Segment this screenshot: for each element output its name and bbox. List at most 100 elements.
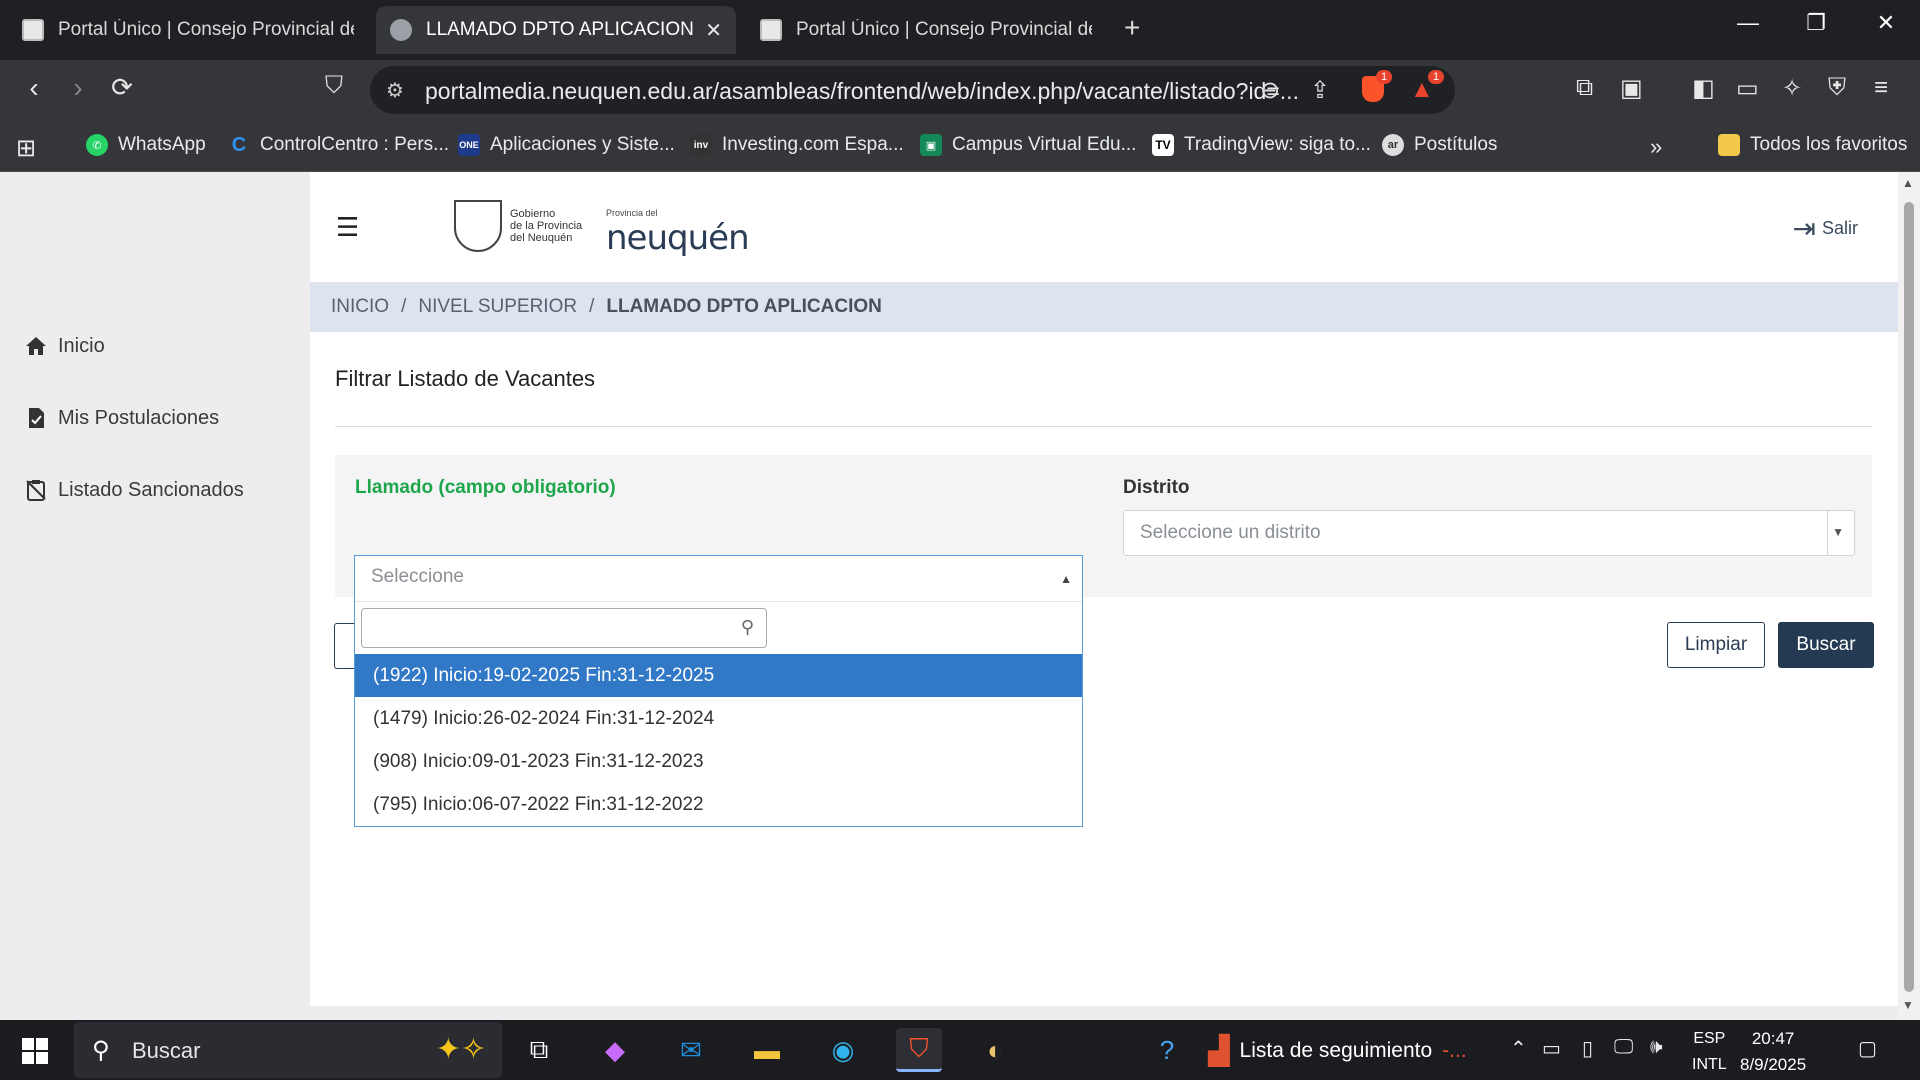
llamado-select-open[interactable]: Seleccione ▲ ⚲ (1922) Inicio:19-02-2025 … [354,555,1083,827]
vpn-icon[interactable]: ⛨ [1828,74,1846,102]
sparkle-icon: ✦✧ [435,1033,486,1066]
document-check-icon [29,408,44,428]
browser-tab-portal-2[interactable]: Portal Único | Consejo Provincial de E [746,6,1106,54]
all-bookmarks-folder[interactable]: Todos los favoritos [1718,134,1907,156]
edge-icon[interactable]: ◉ [820,1028,866,1072]
sidebar-icon[interactable]: ◧ [1692,74,1715,103]
site-header: ☰ Gobierno de la Provincia del Neuquén P… [310,172,1898,282]
breadcrumb-nivel-superior[interactable]: NIVEL SUPERIOR [418,296,577,318]
outlook-icon[interactable]: ✉ [668,1028,714,1072]
search-icon: ⚲ [740,617,754,637]
sidebar-item-inicio[interactable]: Inicio [24,334,105,358]
clock[interactable]: 20:47 8/9/2025 [1740,1026,1806,1078]
browser-toolbar: ‹ › ⟳ ⛉ ⚙ portalmedia.neuquen.edu.ar/asa… [0,60,1920,122]
bookmark-investing[interactable]: inv Investing.com Espa... [690,134,904,156]
llamado-placeholder: Seleccione [371,566,464,587]
language-indicator[interactable]: ESP INTL [1692,1026,1727,1078]
tab-close-icon[interactable]: ✕ [705,18,722,43]
search-button[interactable]: Buscar [1778,622,1874,668]
bookmarks-overflow-button[interactable]: » [1650,134,1662,160]
breadcrumb-inicio[interactable]: INICIO [331,296,389,318]
bookmark-whatsapp[interactable]: ✆ WhatsApp [86,134,206,156]
reader-icon[interactable]: ▣ [1620,74,1643,103]
browser-tab-portal-1[interactable]: Portal Único | Consejo Provincial de E [8,6,368,54]
task-view-icon[interactable]: ⧉ [516,1028,562,1072]
page-title: Filtrar Listado de Vacantes [335,366,596,391]
search-icon: ⚲ [92,1037,110,1064]
leo-ai-icon[interactable]: ✧ [1782,74,1802,103]
watchlist-widget[interactable]: ▟ Lista de seguimiento -... [1208,1034,1467,1067]
extensions-icon[interactable]: ⧉ [1576,74,1593,102]
device-icon[interactable]: ▯ [1582,1036,1593,1061]
close-window-button[interactable]: ✕ [1866,10,1906,36]
hamburger-menu-icon[interactable]: ☰ [336,212,359,243]
browser-tab-llamado[interactable]: LLAMADO DPTO APLICACION ✕ [376,6,736,54]
clear-button[interactable]: Limpiar [1667,622,1765,668]
notifications-icon[interactable]: ▢ [1858,1036,1877,1061]
tab-title: LLAMADO DPTO APLICACION [426,19,694,40]
dropdown-option[interactable]: (1479) Inicio:26-02-2024 Fin:31-12-2024 [355,697,1082,740]
bookmark-campus[interactable]: ▣ Campus Virtual Edu... [920,134,1136,156]
lang-bottom: INTL [1692,1056,1727,1073]
lang-top: ESP [1693,1030,1726,1047]
taskbar-search-label: Buscar [132,1038,201,1063]
restore-button[interactable]: ❐ [1796,10,1836,36]
taskbar: ⚲ Buscar ✦✧ ⧉ ◆ ✉ ▬ ◉ ⛉ ◐ ? ▟ Lista de s… [0,1020,1920,1080]
address-bar[interactable]: ⚙ portalmedia.neuquen.edu.ar/asambleas/f… [370,66,1455,114]
paint-icon[interactable]: ◐ [972,1028,1018,1072]
gobierno-logo: Gobierno de la Provincia del Neuquén [454,200,582,252]
taskbar-search[interactable]: ⚲ Buscar ✦✧ [74,1022,502,1078]
share-icon[interactable]: ⇪ [1310,76,1330,105]
llamado-select[interactable]: Seleccione ▲ [355,556,1082,602]
brave-icon[interactable]: ⛉ [896,1028,942,1072]
select-divider [1827,511,1828,555]
windows-start-icon[interactable] [22,1038,48,1064]
logo-wordmark: neuquén [606,218,750,258]
page-scrollbar[interactable]: ▲ ▼ [1898,172,1920,1020]
bookmark-label: TradingView: siga to... [1184,134,1371,155]
scroll-down-icon[interactable]: ▼ [1902,998,1914,1012]
bookmark-label: Aplicaciones y Siste... [490,134,675,155]
logout-label: Salir [1821,218,1858,238]
bookmark-tradingview[interactable]: TV TradingView: siga to... [1152,134,1371,156]
bookmark-controlcentro[interactable]: C ControlCentro : Pers... [228,134,449,156]
copilot-icon[interactable]: ◆ [592,1028,638,1072]
tab-title: Portal Único | Consejo Provincial de E [58,19,354,40]
dropdown-option[interactable]: (908) Inicio:09-01-2023 Fin:31-12-2023 [355,740,1082,783]
minimize-button[interactable]: — [1728,10,1768,36]
volume-icon[interactable]: 🕪 [1650,1036,1663,1059]
chevron-down-icon: ▼ [1832,525,1844,539]
forward-icon[interactable]: › [58,72,98,104]
reload-icon[interactable]: ⟳ [102,72,142,103]
file-explorer-icon[interactable]: ▬ [744,1028,790,1072]
dropdown-search-input[interactable]: ⚲ [361,608,767,648]
bookmark-aplicaciones[interactable]: ONE Aplicaciones y Siste... [458,134,675,156]
logout-button[interactable]: ⇥ Salir [1793,212,1858,245]
site-info-icon[interactable]: ⚙ [386,78,404,103]
bookmark-postitulos[interactable]: ar Postítulos [1382,134,1497,156]
chevron-up-icon[interactable]: ⌃ [1510,1036,1527,1061]
new-tab-button[interactable]: + [1124,12,1140,44]
sidebar-item-listado-sancionados[interactable]: Listado Sancionados [24,478,244,502]
help-icon[interactable]: ? [1144,1028,1190,1072]
scrollbar-thumb[interactable] [1904,202,1914,992]
menu-icon[interactable]: ≡ [1874,74,1888,102]
zoom-icon[interactable]: ⊖ [1260,76,1280,105]
bookmark-label: WhatsApp [118,134,206,155]
battery-icon[interactable]: ▭ [1542,1036,1561,1061]
sidebar-item-mis-postulaciones[interactable]: Mis Postulaciones [24,406,219,430]
apps-grid-icon[interactable]: ⊞ [16,134,36,163]
url-text: portalmedia.neuquen.edu.ar/asambleas/fro… [425,78,1299,104]
network-icon[interactable]: 🖵 [1614,1036,1633,1059]
distrito-select[interactable]: Seleccione un distrito ▼ [1123,510,1855,556]
breadcrumb-separator: / [401,296,407,317]
breadcrumb-separator: / [589,296,595,317]
dropdown-option[interactable]: (1922) Inicio:19-02-2025 Fin:31-12-2025 [355,654,1082,697]
back-icon[interactable]: ‹ [14,72,54,104]
distrito-placeholder: Seleccione un distrito [1140,522,1321,543]
scroll-up-icon[interactable]: ▲ [1902,176,1914,190]
dropdown-option[interactable]: (795) Inicio:06-07-2022 Fin:31-12-2022 [355,783,1082,826]
bookmark-icon[interactable]: ⛉ [314,72,354,100]
wallet-icon[interactable]: ▭ [1736,74,1759,103]
watchlist-change: -... [1442,1038,1467,1062]
